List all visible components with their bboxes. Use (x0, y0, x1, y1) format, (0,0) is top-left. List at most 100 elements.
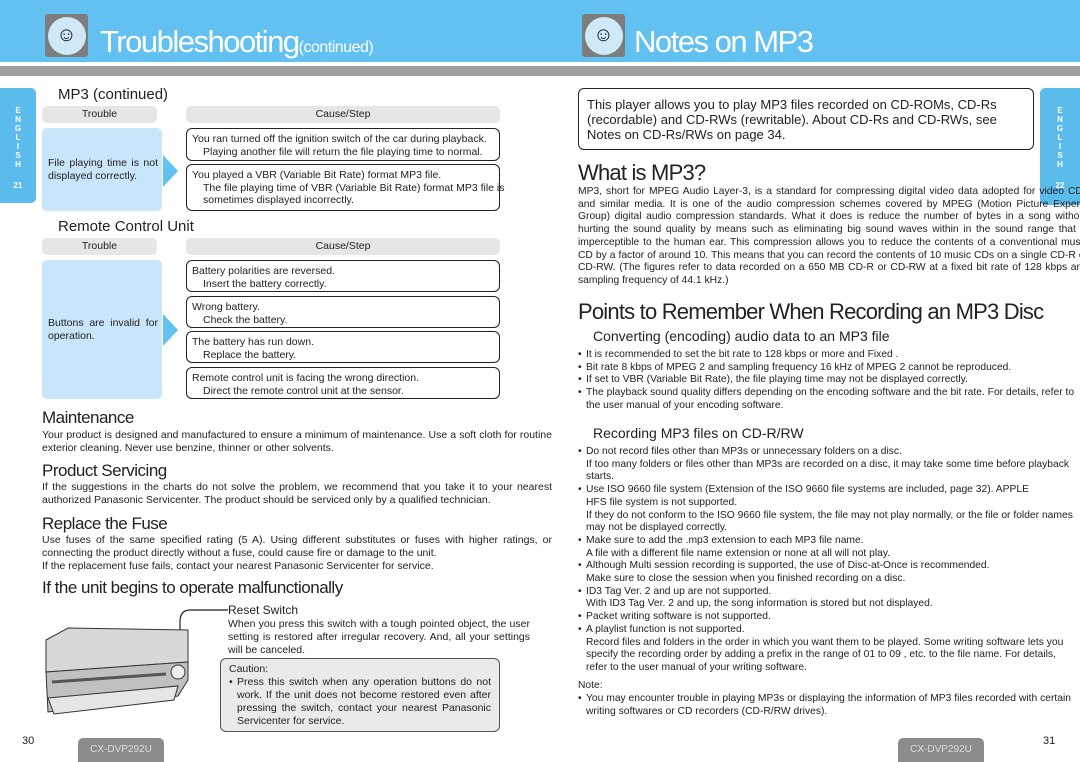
tab-letter: H (1057, 160, 1063, 169)
converting-list: It is recommended to set the bit rate to… (578, 349, 1074, 413)
list-line: If set to VBR (Variable Bit Rate), the f… (586, 374, 968, 386)
what-is-mp3-heading: What is MP3? (578, 160, 706, 185)
list-item: Make sure to add the .mp3 extension to e… (578, 535, 1073, 560)
step-text: sometimes displayed incorrectly. (203, 194, 354, 206)
cause-box: The battery has run down. Replace the bat… (186, 331, 500, 363)
tab-letter: N (1057, 115, 1063, 124)
list-line: writing softwares or CD recorders (CD-R/… (586, 705, 828, 717)
tab-page-number: 21 (13, 181, 23, 190)
column-header-cause: Cause/Step (186, 238, 500, 255)
tab-letter: I (16, 142, 20, 151)
list-line: Use ISO 9660 file system (Extension of t… (586, 484, 1029, 496)
list-item: A playlist function is not supported.Rec… (578, 624, 1073, 675)
list-item: Bit rate 8 kbps of MPEG 2 and sampling f… (578, 362, 1074, 375)
step-text: The file playing time of VBR (Variable B… (203, 181, 505, 194)
list-item: If set to VBR (Variable Bit Rate), the f… (578, 374, 1074, 387)
malfunction-heading: If the unit begins to operate malfunctio… (42, 578, 343, 597)
cause-text: You played a VBR (Variable Bit Rate) for… (192, 169, 442, 181)
column-header-cause: Cause/Step (186, 106, 500, 123)
cause-box: You played a VBR (Variable Bit Rate) for… (186, 164, 505, 211)
servicing-text: If the suggestions in the charts do not … (42, 481, 552, 506)
list-item: ID3 Tag Ver. 2 and up are not supported.… (578, 586, 1073, 611)
list-item: The playback sound quality differs depen… (578, 387, 1074, 412)
cause-box: Wrong battery. Check the battery. (186, 296, 500, 328)
list-line: It is recommended to set the bit rate to… (586, 349, 899, 360)
list-item: Packet writing software is not supported… (578, 611, 1073, 624)
step-text: Playing another file will return the fil… (203, 145, 483, 158)
list-line: Do not record files other than MP3s or u… (586, 446, 902, 457)
column-header-trouble: Trouble (42, 106, 157, 123)
list-line: Bit rate 8 kbps of MPEG 2 and sampling f… (586, 361, 1012, 373)
tab-letter: E (1057, 106, 1063, 115)
caution-box: Caution:Press this switch when any opera… (220, 658, 500, 732)
tab-letter: S (1057, 151, 1063, 160)
tab-letter: N (15, 115, 21, 124)
tab-letter: I (1058, 142, 1062, 151)
points-heading: Points to Remember When Recording an MP3… (578, 299, 1044, 324)
fuse-para: Use fuses of the same specified rating (… (42, 534, 552, 559)
list-line: specify the recording order by adding a … (586, 649, 1056, 661)
list-line: HFS file system is not supported. (586, 496, 738, 508)
fuse-para: If the replacement fuse fails, contact y… (42, 560, 434, 572)
cause-text: The battery has run down. (192, 336, 314, 348)
list-line: Make sure to add the .mp3 extension to e… (586, 534, 864, 546)
model-badge: CX-DVP292U (78, 738, 164, 762)
step-text: Replace the battery. (203, 348, 297, 361)
trouble-cell: File playing time is not displayed corre… (42, 128, 162, 211)
list-line: If too many folders or files other than … (586, 458, 1070, 470)
list-line: may not be displayed correctly. (586, 522, 728, 534)
column-header-trouble: Trouble (42, 238, 157, 255)
title-text: Troubleshooting (100, 24, 300, 59)
reset-switch-text: When you press this switch with a tough … (228, 618, 530, 656)
page-number: 31 (1043, 735, 1056, 747)
recording-list: Do not record files other than MP3s or u… (578, 446, 1073, 675)
tab-letter: E (15, 106, 21, 115)
trouble-text: File playing time is not displayed corre… (48, 156, 158, 182)
note-title: Note: (578, 680, 603, 691)
head-unit-illustration (45, 609, 228, 715)
cause-box: Remote control unit is facing the wrong … (186, 367, 500, 399)
list-line: A playlist function is not supported. (586, 623, 745, 635)
list-item: It is recommended to set the bit rate to… (578, 349, 1074, 362)
step-text: Insert the battery correctly. (203, 277, 327, 290)
list-line: If they do not conform to the ISO 9660 f… (586, 509, 1073, 521)
section-heading: Remote Control Unit (58, 218, 194, 235)
list-line: Make sure to close the session when you … (586, 573, 906, 585)
arrow-icon (163, 314, 178, 346)
converting-heading: Converting (encoding) audio data to an M… (593, 328, 890, 344)
recording-heading: Recording MP3 files on CD-R/RW (593, 425, 804, 441)
list-item: Do not record files other than MP3s or u… (578, 446, 1073, 484)
note-list: You may encounter trouble in playing MP3… (578, 693, 1071, 718)
list-line: refer to the user manual of your writing… (586, 661, 807, 673)
list-item: Use ISO 9660 file system (Extension of t… (578, 484, 1073, 535)
cause-text: Battery polarities are reversed. (192, 265, 335, 277)
cause-text: You ran turned off the ignition switch o… (192, 133, 487, 145)
tab-letter: H (15, 160, 21, 169)
list-line: the user manual of your encoding softwar… (586, 399, 784, 411)
servicing-heading: Product Servicing (42, 461, 167, 480)
list-line: Record files and folders in the order in… (586, 636, 1064, 648)
page-number: 30 (22, 735, 35, 747)
arrow-icon (163, 155, 178, 187)
step-text: Check the battery. (203, 313, 288, 326)
cause-box: You ran turned off the ignition switch o… (186, 128, 500, 161)
page-title: Troubleshooting(continued) (100, 24, 374, 60)
list-line: A file with a different file name extens… (586, 547, 891, 559)
caution-text: Press this switch when any operation but… (229, 676, 491, 728)
section-heading: MP3 (continued) (58, 86, 169, 103)
list-line: With ID3 Tag Ver. 2 and up, the song inf… (586, 598, 933, 610)
maintenance-heading: Maintenance (42, 408, 134, 427)
tab-letter: L (15, 133, 21, 142)
list-line: Packet writing software is not supported… (586, 611, 771, 623)
intro-box: This player allows you to play MP3 files… (578, 88, 1034, 150)
list-line: You may encounter trouble in playing MP3… (586, 693, 1071, 704)
list-item: Although Multi session recording is supp… (578, 560, 1073, 585)
trouble-text: Buttons are invalid for operation. (48, 316, 158, 342)
reset-switch-label: Reset Switch (228, 603, 299, 617)
tab-letter: G (1056, 124, 1064, 133)
troubleshooting-icon: ☺ (45, 14, 88, 57)
cause-text: Wrong battery. (192, 301, 260, 313)
list-item: You may encounter trouble in playing MP3… (578, 693, 1071, 718)
list-line: Although Multi session recording is supp… (586, 560, 990, 572)
fuse-text: Use fuses of the same specified rating (… (42, 534, 552, 573)
